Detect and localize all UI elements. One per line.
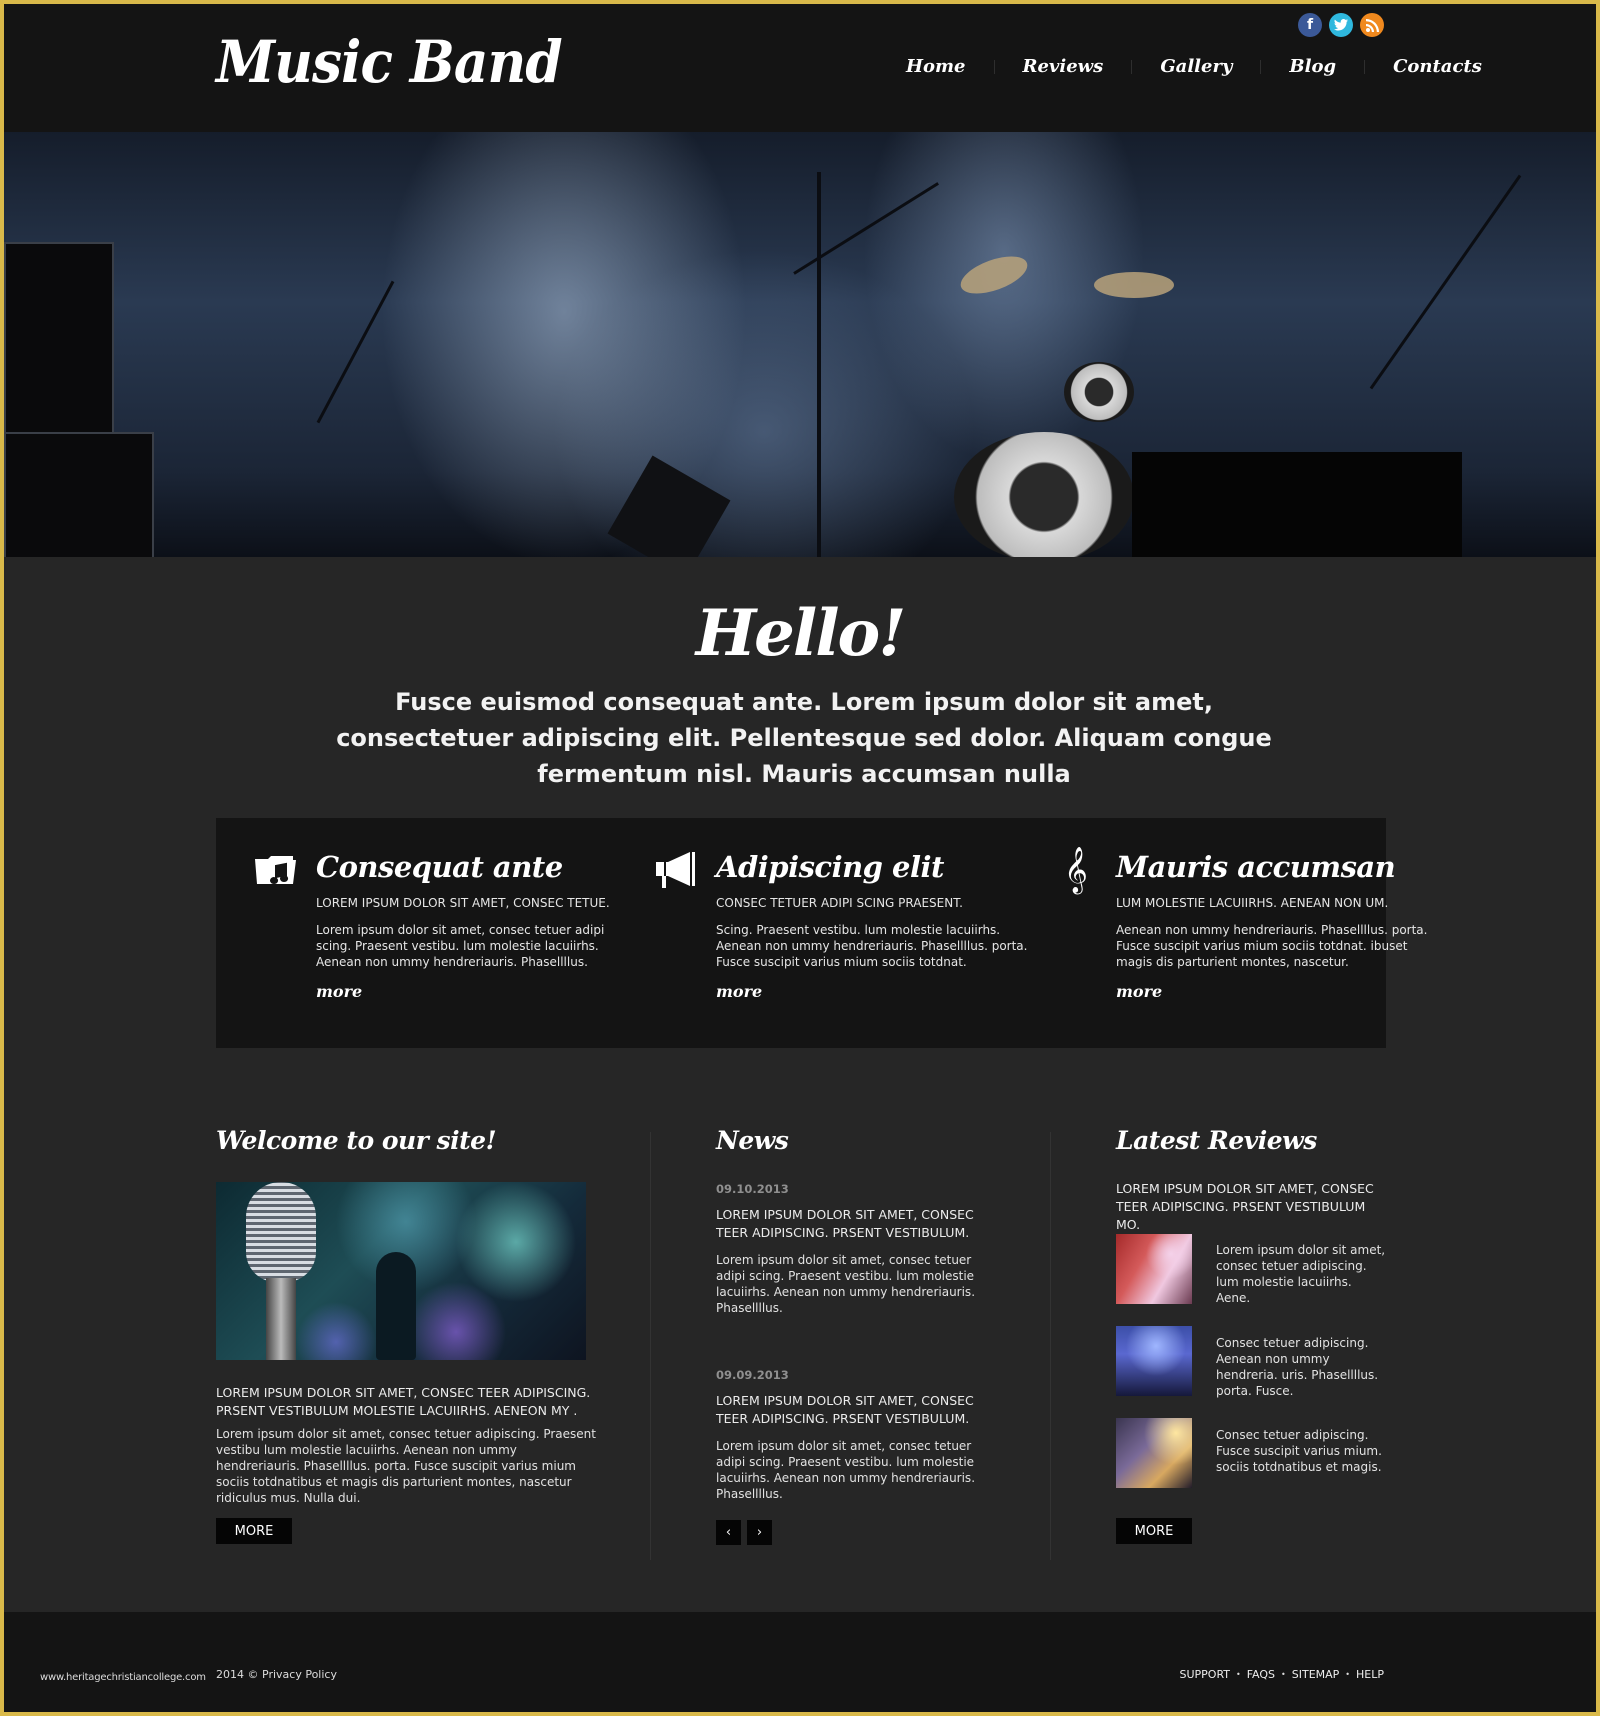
hello-intro-text: Fusce euismod consequat ante. Lorem ipsu… bbox=[336, 688, 1272, 788]
facebook-icon[interactable]: f bbox=[1298, 13, 1322, 37]
footer-separator: • bbox=[1281, 1670, 1286, 1679]
mic-stand-shape bbox=[316, 280, 395, 424]
nav-blog[interactable]: Blog bbox=[1261, 56, 1364, 77]
review-text: Consec tetuer adipiscing. Fusce suscipit… bbox=[1216, 1428, 1382, 1474]
bass-drum-shape bbox=[954, 432, 1134, 557]
footer-link-help[interactable]: HELP bbox=[1356, 1668, 1384, 1681]
news-date: 09.10.2013 bbox=[716, 1182, 789, 1196]
reviews-heading: Latest Reviews bbox=[1116, 1126, 1317, 1155]
features-box: Consequat ante LOREM IPSUM DOLOR SIT AME… bbox=[216, 818, 1427, 1048]
privacy-policy-link[interactable]: Privacy Policy bbox=[262, 1668, 337, 1681]
feature-caption: CONSEC TETUER ADIPI SCING PRAESENT. bbox=[716, 896, 963, 910]
nav-contacts[interactable]: Contacts bbox=[1365, 56, 1510, 77]
cymbal-shape bbox=[1094, 272, 1174, 298]
footer-watermark-url: www.heritagechristiancollege.com bbox=[40, 1672, 206, 1683]
tom-drum-shape bbox=[1064, 362, 1134, 422]
amp-case-shape bbox=[4, 432, 154, 557]
column-divider bbox=[650, 1132, 651, 1560]
feature-text: Lorem ipsum dolor sit amet, consec tetue… bbox=[316, 923, 605, 969]
feature-text: Aenean non ummy hendreriauris. Phasellll… bbox=[1116, 923, 1428, 969]
footer-copyright: 2014 © Privacy Policy bbox=[216, 1668, 337, 1681]
welcome-text: Lorem ipsum dolor sit amet, consec tetue… bbox=[216, 1427, 596, 1505]
feature-more-link[interactable]: more bbox=[316, 982, 362, 1001]
review-text: Lorem ipsum dolor sit amet, consec tetue… bbox=[1216, 1243, 1386, 1305]
social-links: f bbox=[1298, 13, 1384, 37]
news-item: 09.10.2013 LOREM IPSUM DOLOR SIT AMET, C… bbox=[716, 1182, 986, 1316]
microphone-shape bbox=[246, 1182, 316, 1282]
news-section: News bbox=[716, 1126, 986, 1155]
news-heading: News bbox=[716, 1126, 789, 1155]
review-thumbnail[interactable] bbox=[1116, 1418, 1192, 1488]
welcome-more-button[interactable]: MORE bbox=[216, 1518, 292, 1544]
mic-stand-shape bbox=[1369, 174, 1522, 390]
column-divider bbox=[1050, 1132, 1051, 1560]
feature-caption: LUM MOLESTIE LACUIIRHS. AENEAN NON UM. bbox=[1116, 896, 1389, 910]
music-folder-icon bbox=[254, 850, 298, 890]
feature-more-link[interactable]: more bbox=[716, 982, 762, 1001]
news-date: 09.09.2013 bbox=[716, 1368, 789, 1382]
performer-silhouette bbox=[376, 1252, 416, 1360]
site-header: Music Band f Home Reviews Gallery Blog C… bbox=[4, 4, 1596, 132]
footer-link-support[interactable]: SUPPORT bbox=[1179, 1668, 1230, 1681]
monitor-box-shape bbox=[1132, 452, 1462, 557]
megaphone-icon bbox=[654, 850, 698, 890]
feature-title: Mauris accumsan bbox=[1116, 850, 1396, 884]
microphone-shape bbox=[266, 1278, 296, 1360]
news-prev-button[interactable]: ‹ bbox=[716, 1520, 741, 1545]
news-caption[interactable]: LOREM IPSUM DOLOR SIT AMET, CONSEC TEER … bbox=[716, 1392, 986, 1428]
nav-gallery[interactable]: Gallery bbox=[1132, 56, 1260, 77]
footer-separator: • bbox=[1236, 1670, 1241, 1679]
feature-title: Consequat ante bbox=[316, 850, 563, 884]
page-frame: Music Band f Home Reviews Gallery Blog C… bbox=[4, 4, 1596, 1712]
news-caption[interactable]: LOREM IPSUM DOLOR SIT AMET, CONSEC TEER … bbox=[716, 1206, 986, 1242]
news-next-button[interactable]: › bbox=[747, 1520, 772, 1545]
welcome-caption: LOREM IPSUM DOLOR SIT AMET, CONSEC TEER … bbox=[216, 1385, 591, 1418]
footer-separator: • bbox=[1345, 1670, 1351, 1679]
speaker-shape bbox=[4, 242, 114, 442]
footer-link-faqs[interactable]: FAQS bbox=[1247, 1668, 1275, 1681]
copyright-text: 2014 © bbox=[216, 1668, 262, 1681]
feature-text: Scing. Praesent vestibu. lum molestie la… bbox=[716, 923, 1028, 969]
treble-clef-icon: 𝄞 bbox=[1064, 847, 1088, 893]
news-text: Lorem ipsum dolor sit amet, consec tetue… bbox=[716, 1439, 976, 1501]
hello-heading: Hello! bbox=[695, 596, 907, 671]
hero-stage-image bbox=[4, 132, 1596, 557]
review-thumbnail[interactable] bbox=[1116, 1234, 1192, 1304]
main-nav: Home Reviews Gallery Blog Contacts bbox=[884, 56, 1510, 77]
welcome-section: Welcome to our site! bbox=[216, 1126, 596, 1155]
feature-more-link[interactable]: more bbox=[1116, 982, 1162, 1001]
feature-title: Adipiscing elit bbox=[716, 850, 944, 884]
welcome-heading: Welcome to our site! bbox=[216, 1126, 497, 1155]
welcome-concert-image bbox=[216, 1182, 586, 1360]
mic-boom-shape bbox=[793, 182, 939, 275]
news-item: 09.09.2013 LOREM IPSUM DOLOR SIT AMET, C… bbox=[716, 1368, 986, 1502]
twitter-icon[interactable] bbox=[1329, 13, 1353, 37]
reviews-more-button[interactable]: MORE bbox=[1116, 1518, 1192, 1544]
cymbal-shape bbox=[955, 248, 1033, 302]
footer-links: SUPPORT • FAQS • SITEMAP • HELP bbox=[1179, 1668, 1384, 1681]
footer-link-sitemap[interactable]: SITEMAP bbox=[1292, 1668, 1340, 1681]
review-thumbnail[interactable] bbox=[1116, 1326, 1192, 1396]
mic-stand-shape bbox=[817, 172, 821, 557]
review-text: Consec tetuer adipiscing. Aenean non umm… bbox=[1216, 1336, 1379, 1398]
welcome-content: LOREM IPSUM DOLOR SIT AMET, CONSEC TEER … bbox=[216, 1384, 596, 1506]
rss-icon[interactable] bbox=[1360, 13, 1384, 37]
reviews-section: Latest Reviews bbox=[1116, 1126, 1386, 1155]
feature-caption: LOREM IPSUM DOLOR SIT AMET, CONSEC TETUE… bbox=[316, 896, 610, 910]
news-text: Lorem ipsum dolor sit amet, consec tetue… bbox=[716, 1253, 976, 1315]
nav-reviews[interactable]: Reviews bbox=[995, 56, 1132, 77]
site-footer: www.heritagechristiancollege.com 2014 © … bbox=[4, 1612, 1596, 1712]
site-logo[interactable]: Music Band bbox=[216, 28, 563, 96]
nav-home[interactable]: Home bbox=[884, 56, 994, 77]
wedge-monitor-shape bbox=[607, 455, 731, 557]
reviews-caption: LOREM IPSUM DOLOR SIT AMET, CONSEC TEER … bbox=[1116, 1181, 1374, 1232]
